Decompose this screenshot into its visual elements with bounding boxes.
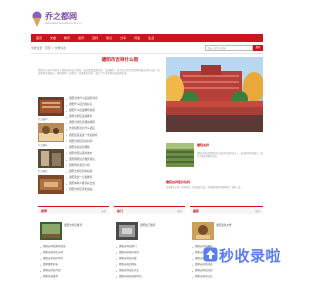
campus-photo[interactable]	[166, 57, 263, 132]
nav-item[interactable]: 百科	[92, 36, 98, 40]
article-title[interactable]: 德阳吉祥街好玩吗	[166, 180, 190, 184]
main-nav: 首页 文章 教育 资讯 百科 知识 分享 问答 生活	[31, 34, 263, 42]
more-link[interactable]: 更多	[101, 209, 106, 213]
search-bar: 请输入搜索关键词 搜索	[205, 45, 263, 51]
nav-item[interactable]: 文章	[50, 36, 56, 40]
section-title: 最新	[193, 208, 200, 213]
article-thumbnail[interactable]	[38, 175, 64, 194]
section-thumb-caption[interactable]: 德阳热门推荐	[140, 223, 184, 227]
nav-item[interactable]: 教育	[64, 36, 70, 40]
nav-item[interactable]: 问答	[134, 36, 140, 40]
list-item[interactable]: 德阳街道推荐	[40, 274, 108, 280]
nav-item[interactable]: 知识	[106, 36, 112, 40]
section-recommend: 推荐 更多 德阳吉祥街推荐 德阳吉祥街推荐阅读 德阳吉祥街怎么样 德阳吉祥街好不…	[38, 206, 109, 296]
nav-item[interactable]: 首页	[36, 36, 42, 40]
featured-summary: 德阳市吉祥什么街位于德阳市区核心地段，周边配套设施完善，交通便利，是市民日常生活…	[38, 69, 160, 76]
list-item[interactable]: 德阳吉祥街历史由来	[66, 187, 162, 193]
article-thumbnail[interactable]	[38, 149, 64, 168]
section-list: 德阳吉祥街推荐阅读 德阳吉祥街怎么样 德阳吉祥街好不好 德阳哪里好玩 德阳吉祥街…	[40, 244, 108, 280]
section-header: 热门 更多	[114, 207, 185, 214]
search-button[interactable]: 搜索	[253, 45, 263, 51]
section-hot: 热门 更多 德阳热门推荐 德阳吉祥街热门 德阳吉祥街好吃的 德阳吉祥街在哪 德阳…	[114, 206, 185, 296]
watermark: 秒收录啦	[203, 244, 299, 268]
thumbnail-caption: 乔之都网...	[38, 144, 49, 147]
header-divider	[31, 53, 263, 54]
section-title: 热门	[117, 208, 124, 213]
article-thumbnail[interactable]	[38, 97, 64, 116]
section-title: 推荐	[41, 208, 48, 213]
more-link[interactable]: 更多	[177, 209, 182, 213]
watermark-text: 秒收录啦	[219, 247, 282, 265]
logo-subtitle: www.www.qiaozhidu.com.cn	[45, 22, 82, 25]
article-thumbnail[interactable]	[38, 123, 64, 142]
nav-item[interactable]: 生活	[148, 36, 154, 40]
article-summary: 德阳吉祥街是德阳市区比较有名的街道之一，街道两旁商铺林立，吸引了很多游客和市民。	[197, 152, 263, 159]
article-thumbnail[interactable]	[192, 222, 214, 240]
thumbnail-caption: 乔之都网...	[38, 118, 49, 121]
section-header: 推荐 更多	[38, 207, 109, 214]
more-link[interactable]: 更多	[255, 209, 260, 213]
search-input[interactable]: 请输入搜索关键词	[205, 45, 253, 51]
featured-title[interactable]: 德阳市吉祥什么街	[90, 57, 150, 63]
section-list: 德阳吉祥街热门 德阳吉祥街好吃的 德阳吉祥街在哪 德阳吉祥街地址 德阳吉祥街怎么…	[116, 244, 184, 280]
breadcrumb: 当前位置：首页 > 文章列表	[31, 46, 66, 50]
thumbnail-caption: 乔之都网...	[38, 170, 49, 173]
article-summary: 街道整洁干净，环境优美，周边配套完善，是休闲购物的理想场所，值得一去。	[166, 186, 243, 189]
list-item[interactable]: 德阳吉祥街开放时间	[116, 274, 184, 280]
ice-cream-logo-icon	[32, 11, 42, 27]
article-thumbnail[interactable]	[116, 222, 138, 240]
site-logo[interactable]: 乔之都网 www.www.qiaozhidu.com.cn	[31, 10, 91, 30]
section-thumb-caption[interactable]: 德阳最新文章	[216, 223, 262, 227]
section-thumb-caption[interactable]: 德阳吉祥街推荐	[64, 223, 108, 227]
list-item[interactable]: 德阳吉祥街公告	[192, 274, 262, 280]
upload-icon	[203, 247, 218, 262]
nav-item[interactable]: 资讯	[78, 36, 84, 40]
section-header: 最新 更多	[190, 207, 263, 214]
article-title[interactable]: 德阳吉祥	[197, 143, 209, 147]
logo-text: 乔之都网	[45, 12, 77, 21]
article-thumbnail[interactable]	[40, 222, 62, 240]
nav-item[interactable]: 分享	[120, 36, 126, 40]
article-list: 德阳吉祥什么街最新消息 德阳什么街比较好玩 德阳什么街最繁华热闹 德阳吉祥街美食…	[66, 96, 162, 194]
